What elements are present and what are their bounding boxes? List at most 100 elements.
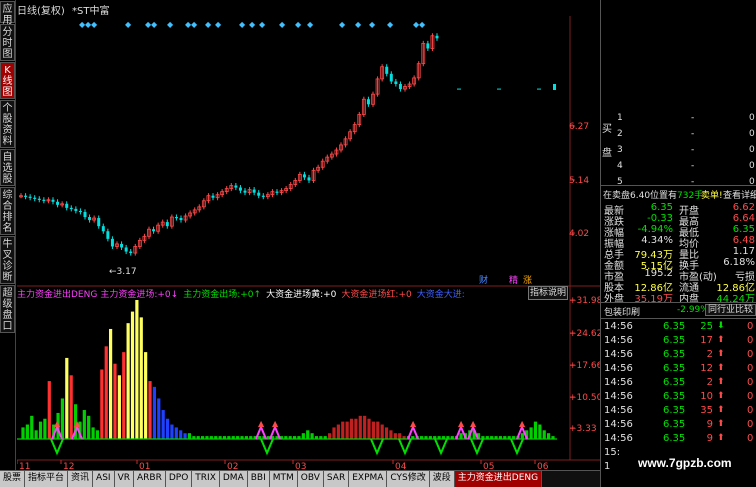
event-flag-icon[interactable]: ◆ [239, 20, 246, 29]
order-volume: 0 [749, 161, 755, 171]
tick-volume: 2 [706, 349, 713, 360]
indicator-tab[interactable]: BBI [247, 471, 270, 487]
formula-item: 大资金进场黄:+0 [266, 290, 336, 300]
tick-volume: 17 [700, 335, 713, 346]
event-flag-icon[interactable]: ◆ [355, 20, 362, 29]
indicator-bar [87, 415, 91, 439]
arrow-up-icon: ⬆ [717, 349, 725, 359]
sidebar-tab-1[interactable]: 分时图 [0, 24, 15, 61]
sidebar-tab-7[interactable]: 超级盘口 [0, 285, 15, 333]
formula-item-label: 大资金大进: [416, 290, 465, 300]
candle [220, 189, 225, 198]
candle [389, 71, 393, 84]
entry-arrow-icon: ▲ [410, 419, 417, 428]
indicator-tab[interactable]: TRIX [192, 471, 220, 487]
indicator-axis-label: +31.98 [569, 296, 600, 306]
event-flag-icon[interactable]: ◆ [295, 20, 302, 29]
event-flag-icon[interactable]: ◆ [369, 20, 376, 29]
event-flag-icon[interactable]: ◆ [307, 20, 314, 29]
indicator-tab[interactable]: SAR [323, 471, 350, 487]
sector-name[interactable]: 包装印刷 [604, 305, 640, 318]
event-flag-icon[interactable]: ◆ [91, 20, 98, 29]
flag-cai[interactable]: 财 [479, 274, 488, 286]
tick-time: 14:56 [604, 363, 633, 374]
event-flag-icon[interactable]: ◆ [387, 20, 394, 29]
candle [352, 122, 357, 135]
event-flag-icon[interactable]: ◆ [215, 20, 222, 29]
tick-flag: 0 [747, 405, 754, 416]
indicator-bar [187, 433, 192, 439]
candle [129, 249, 133, 256]
buy-side-label: 买盘 [602, 124, 612, 159]
indicator-bar [104, 346, 108, 439]
indicator-tab[interactable]: 资讯 [68, 471, 94, 487]
sidebar-tab-2[interactable]: K线图 [0, 62, 15, 99]
event-flag-icon[interactable]: ◆ [259, 20, 266, 29]
x-axis-label: 11 [19, 462, 30, 470]
formula-item-value: +0 [240, 290, 254, 300]
sidebar-tab-0[interactable]: 应用 [0, 1, 15, 26]
order-price: - [691, 129, 695, 139]
order-volume: 0 [749, 129, 755, 139]
view-detail-button[interactable]: 查看详细 [723, 188, 756, 201]
indicator-tab[interactable]: DPO [165, 471, 193, 487]
event-flag-icon[interactable]: ◆ [279, 20, 286, 29]
tick-price: 6.35 [663, 419, 686, 430]
indicator-tab[interactable]: DMA [219, 471, 248, 487]
flag-jing[interactable]: 精 [509, 274, 518, 286]
entry-arrow-icon: ▲ [272, 419, 279, 428]
exit-signal-icon [50, 438, 64, 456]
event-flag-icon[interactable]: ◆ [151, 20, 158, 29]
divider [601, 302, 756, 303]
candle [192, 207, 197, 216]
indicator-bar [398, 433, 402, 439]
sidebar-tab-4[interactable]: 自选股 [0, 149, 15, 186]
order-price: - [691, 161, 695, 171]
indicator-bar [179, 430, 183, 439]
event-flag-icon[interactable]: ◆ [249, 20, 256, 29]
indicator-bar [542, 430, 546, 439]
event-flag-icon[interactable]: ◆ [339, 20, 346, 29]
flag-zhang[interactable]: 涨 [523, 275, 532, 286]
sidebar-tab-6[interactable]: 牛叉诊断 [0, 236, 15, 284]
chart-area[interactable]: ◆ ◆ ◆ ◆ ◆ ◆ ◆ ◆ ◆ ◆ ◆ ◆ ◆ ◆ ◆ ◆ ◆ ◆ ◆ ◆ ◆ ◆ ◆ ▲ ▲ ▲ ▲ ▲ ▲ ▲ ▲ ←3.17财精… [17, 0, 600, 470]
candle [311, 167, 316, 183]
candle [320, 158, 325, 170]
formula-item-value: +0 [323, 290, 337, 300]
indicator-tab[interactable]: MTM [269, 471, 298, 487]
sidebar-tab-3[interactable]: 个股资料 [0, 100, 15, 148]
candle [348, 129, 353, 142]
indicator-tab[interactable]: VR [114, 471, 134, 487]
event-flag-icon[interactable]: ◆ [205, 20, 212, 29]
indicator-tab[interactable]: 波段 [429, 471, 455, 487]
indicator-tab[interactable]: CYS修改 [387, 471, 430, 487]
tick-flag: 0 [747, 349, 754, 360]
sell-order-label[interactable]: 卖单! [701, 188, 723, 201]
indicator-tab[interactable]: 主力资金进出DENG [454, 471, 543, 487]
event-flag-icon[interactable]: ◆ [125, 20, 132, 29]
indicator-bar [91, 427, 95, 439]
indicator-bar [332, 427, 336, 439]
formula-help-button[interactable]: 指标说明 [528, 286, 568, 300]
order-volume: 0 [749, 113, 755, 123]
industry-compare-button[interactable]: 同行业比较 [705, 304, 756, 316]
indicator-tab[interactable]: OBV [297, 471, 324, 487]
sidebar-tab-5[interactable]: 综合排名 [0, 187, 15, 235]
tick-flag: 0 [747, 377, 754, 388]
tick-time: 14:56 [604, 349, 633, 360]
indicator-bar [533, 421, 538, 439]
formula-item: 主力资金进场:+0↓ [100, 290, 178, 300]
event-flag-icon[interactable]: ◆ [419, 20, 426, 29]
indicator-tab[interactable]: ARBR [134, 471, 166, 487]
order-book-row: 4 - 0 [601, 161, 756, 172]
indicator-tab[interactable]: 股票 [0, 471, 26, 487]
candle [152, 226, 156, 234]
left-sidebar: 应用 分时图 K线图 个股资料 自选股 综合排名 牛叉诊断 超级盘口 [0, 0, 16, 470]
indicator-tab[interactable]: ASI [93, 471, 115, 487]
indicator-bar [117, 375, 121, 439]
indicator-tab[interactable]: 指标平台 [25, 471, 69, 487]
event-flag-icon[interactable]: ◆ [191, 20, 198, 29]
stat-row: 总手 79.43万 量比 1.17 [601, 246, 756, 261]
event-flag-icon[interactable]: ◆ [167, 20, 174, 29]
indicator-tab[interactable]: EXPMA [349, 471, 388, 487]
